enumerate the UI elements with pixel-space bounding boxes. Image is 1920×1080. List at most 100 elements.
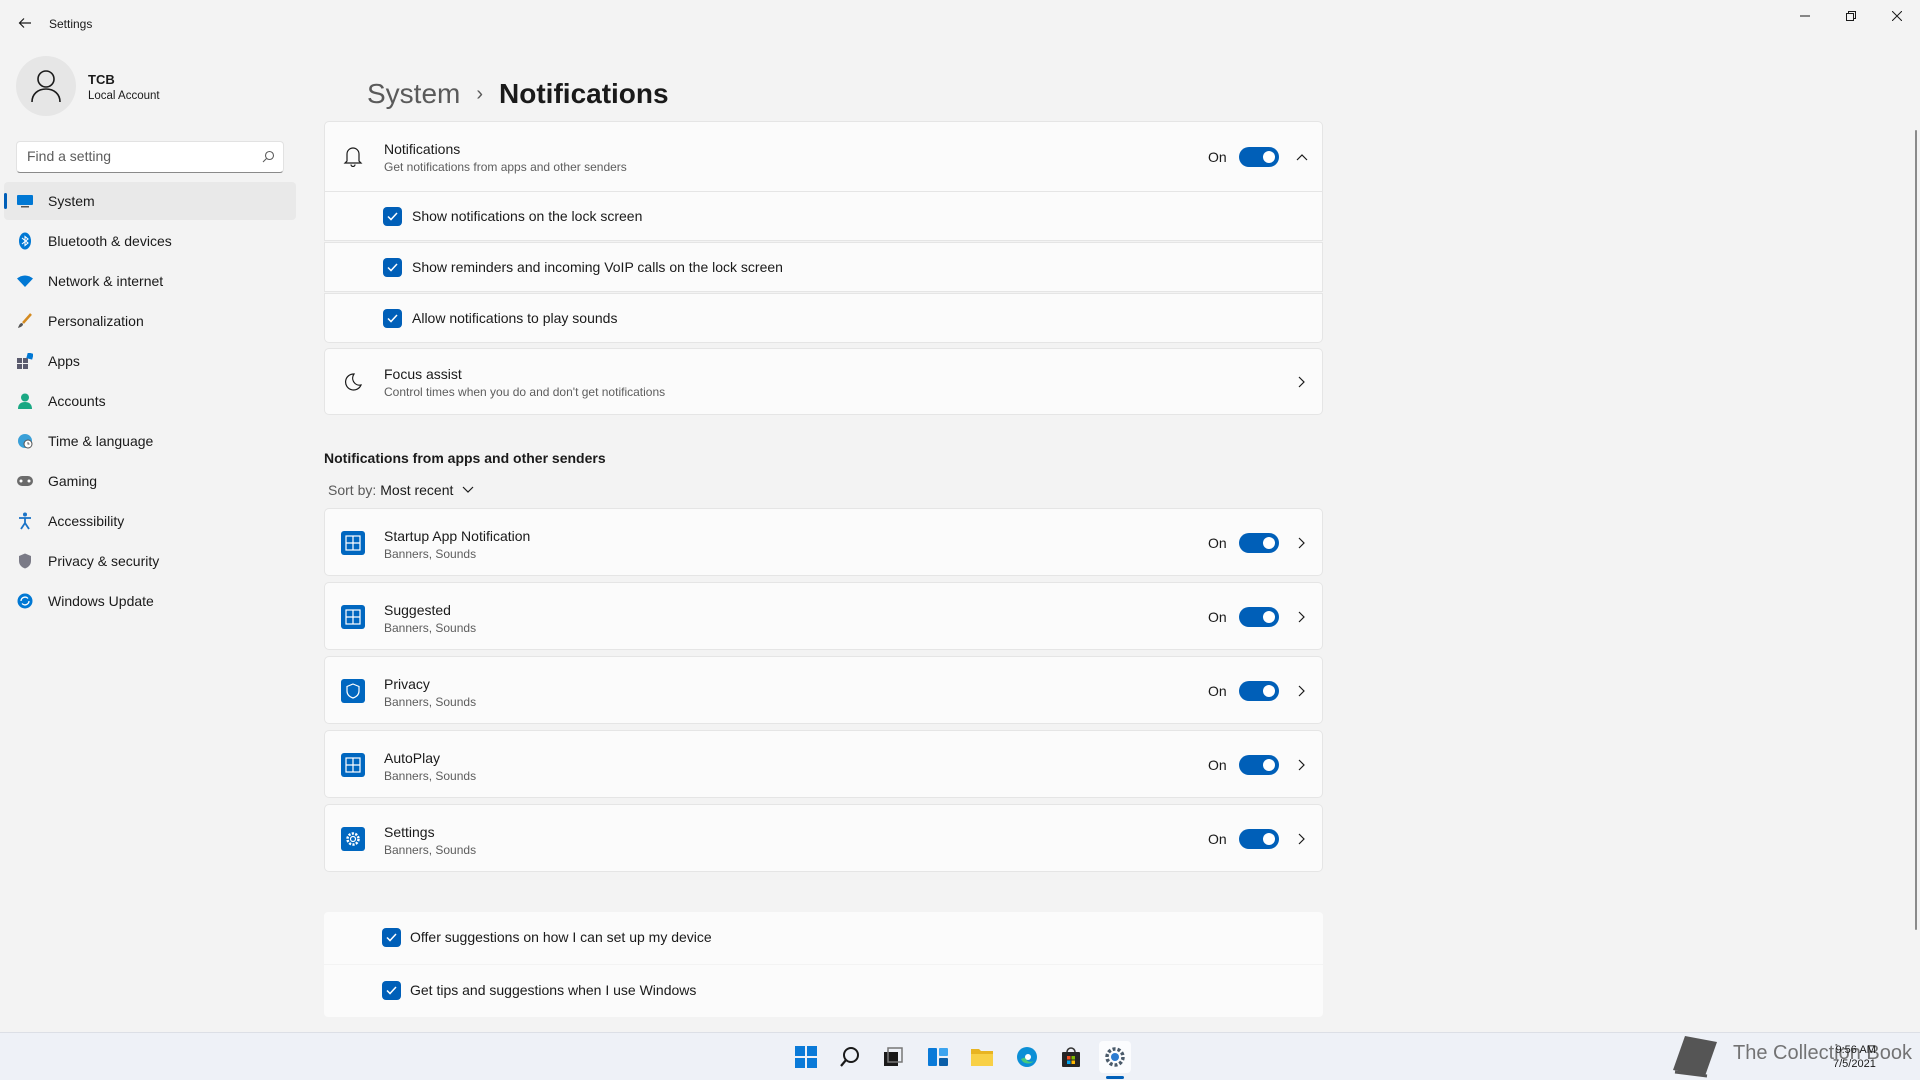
search-input[interactable] [27,148,247,164]
checkbox-label: Allow notifications to play sounds [412,310,618,326]
update-icon [16,592,34,610]
checkbox-label: Show reminders and incoming VoIP calls o… [412,259,783,275]
person-icon [16,392,34,410]
sidebar-item-system[interactable]: System [4,182,296,220]
notifications-subtitle: Get notifications from apps and other se… [384,160,627,174]
close-button[interactable] [1874,0,1920,32]
file-explorer-icon[interactable] [966,1041,998,1073]
back-button[interactable] [14,12,36,34]
minimize-icon [1800,15,1810,17]
minimize-button[interactable] [1782,0,1828,32]
bluetooth-icon [16,232,34,250]
app-toggle[interactable] [1239,533,1279,553]
start-icon[interactable] [790,1041,822,1073]
sidebar-item-gaming[interactable]: Gaming [4,462,296,500]
checkmark-icon [387,263,398,272]
search-box[interactable] [16,141,284,173]
sidebar-nav: System Bluetooth & devices Network & int… [4,182,296,622]
option-row-sounds: Allow notifications to play sounds [324,293,1323,343]
brush-icon [16,312,34,330]
bell-icon [341,144,365,168]
breadcrumb: System › Notifications [367,78,669,110]
sort-value: Most recent [380,482,454,498]
settings-app-icon [341,827,365,851]
apps-icon [16,352,34,370]
app-name: Settings [384,824,435,840]
sidebar-item-accounts[interactable]: Accounts [4,382,296,420]
notifications-state-label: On [1208,149,1227,165]
focus-assist-title: Focus assist [384,366,462,382]
scrollbar[interactable] [1915,130,1917,930]
app-toggle[interactable] [1239,607,1279,627]
app-detail: Banners, Sounds [384,547,477,561]
sidebar-item-label: Network & internet [48,273,164,289]
app-toggle[interactable] [1239,755,1279,775]
search-icon[interactable] [834,1041,866,1073]
voip-reminders-checkbox[interactable] [383,258,402,277]
sidebar-item-time-language[interactable]: Time & language [4,422,296,460]
focus-assist-subtitle: Control times when you do and don't get … [384,385,666,399]
widgets-icon[interactable] [922,1041,954,1073]
app-state-label: On [1208,757,1227,773]
profile-name: TCB [88,72,115,87]
checkbox-label: Get tips and suggestions when I use Wind… [410,982,697,998]
sidebar-item-label: Accounts [48,393,106,409]
notifications-card[interactable]: Notifications Get notifications from app… [324,121,1323,192]
option-row-tips: Get tips and suggestions when I use Wind… [324,965,1323,1017]
chevron-up-icon[interactable] [1294,149,1310,165]
app-detail: Banners, Sounds [384,843,477,857]
app-toggle[interactable] [1239,829,1279,849]
sidebar-item-label: Bluetooth & devices [48,233,172,249]
restore-icon [1846,11,1856,21]
moon-icon [341,370,365,394]
edge-browser-icon[interactable] [1011,1041,1043,1073]
chevron-right-icon [1294,609,1310,625]
app-row-startup-app-notification[interactable]: Startup App Notification Banners, Sounds… [324,508,1323,576]
notifications-toggle[interactable] [1239,147,1279,167]
sort-dropdown[interactable]: Sort by: Most recent [328,482,474,498]
app-row-autoplay[interactable]: AutoPlay Banners, Sounds On [324,730,1323,798]
startup-app-icon [341,531,365,555]
option-row-voip-reminders: Show reminders and incoming VoIP calls o… [324,242,1323,292]
close-icon [1892,11,1902,21]
shield-icon [16,552,34,570]
sidebar-item-apps[interactable]: Apps [4,342,296,380]
app-state-label: On [1208,831,1227,847]
tips-checkbox[interactable] [382,981,401,1000]
app-detail: Banners, Sounds [384,769,477,783]
app-row-settings[interactable]: Settings Banners, Sounds On [324,804,1323,872]
window-title: Settings [49,17,93,31]
lock-screen-checkbox[interactable] [383,207,402,226]
app-state-label: On [1208,535,1227,551]
sidebar-item-label: System [48,193,95,209]
page-title: Notifications [499,78,669,109]
option-row-lock-screen: Show notifications on the lock screen [324,191,1323,241]
sidebar-item-label: Privacy & security [48,553,160,569]
sidebar-item-privacy-security[interactable]: Privacy & security [4,542,296,580]
breadcrumb-root-link[interactable]: System [367,78,460,110]
setup-suggestions-checkbox[interactable] [382,928,401,947]
app-row-suggested[interactable]: Suggested Banners, Sounds On [324,582,1323,650]
play-sounds-checkbox[interactable] [383,309,402,328]
sidebar-item-bluetooth[interactable]: Bluetooth & devices [4,222,296,260]
title-bar: Settings [0,0,1920,48]
sidebar-item-network[interactable]: Network & internet [4,262,296,300]
store-icon[interactable] [1055,1041,1087,1073]
restore-button[interactable] [1828,0,1874,32]
chevron-right-icon [1294,831,1310,847]
avatar [16,56,76,116]
app-toggle[interactable] [1239,681,1279,701]
chevron-right-icon [1294,757,1310,773]
focus-assist-card[interactable]: Focus assist Control times when you do a… [324,348,1323,415]
user-profile[interactable]: TCB Local Account [16,56,286,118]
settings-taskbar-icon[interactable] [1099,1041,1131,1073]
sidebar-item-accessibility[interactable]: Accessibility [4,502,296,540]
sidebar-item-label: Windows Update [48,593,154,609]
task-view-icon[interactable] [877,1041,909,1073]
clock[interactable]: 9:56 AM 7/5/2021 [1833,1043,1876,1071]
sidebar-item-windows-update[interactable]: Windows Update [4,582,296,620]
app-row-privacy[interactable]: Privacy Banners, Sounds On [324,656,1323,724]
sidebar-item-personalization[interactable]: Personalization [4,302,296,340]
checkmark-icon [387,212,398,221]
wifi-icon [16,272,34,290]
